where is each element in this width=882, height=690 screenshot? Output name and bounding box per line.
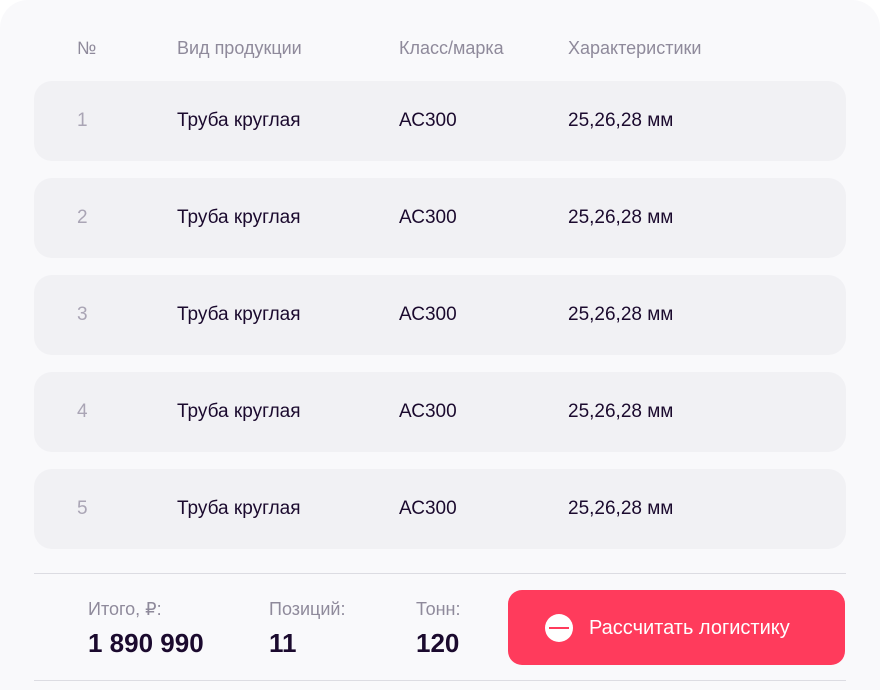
summary-divider-top (34, 573, 846, 574)
table-row[interactable]: 5 Труба круглая АС300 25,26,28 мм (34, 469, 846, 549)
row-num: 5 (77, 498, 88, 519)
row-product: Труба круглая (177, 110, 301, 131)
row-grade: АС300 (399, 110, 457, 131)
calculate-logistics-button[interactable]: Рассчитать логистику (508, 590, 845, 665)
row-num: 4 (77, 401, 88, 422)
row-product: Труба круглая (177, 207, 301, 228)
row-specs: 25,26,28 мм (568, 498, 674, 519)
row-grade: АС300 (399, 207, 457, 228)
positions-value: 11 (269, 628, 297, 658)
header-product: Вид продукции (177, 38, 302, 58)
table-header: № Вид продукции Класс/марка Характеристи… (0, 36, 880, 60)
row-product: Труба круглая (177, 401, 301, 422)
row-specs: 25,26,28 мм (568, 304, 674, 325)
table-row[interactable]: 2 Труба круглая АС300 25,26,28 мм (34, 178, 846, 258)
header-specs: Характеристики (568, 38, 702, 58)
order-summary-card: № Вид продукции Класс/марка Характеристи… (0, 0, 880, 690)
row-num: 2 (77, 207, 88, 228)
equals-circle-icon (545, 613, 573, 642)
row-grade: АС300 (399, 498, 457, 519)
row-specs: 25,26,28 мм (568, 401, 674, 422)
calculate-logistics-label: Рассчитать логистику (589, 616, 790, 639)
row-specs: 25,26,28 мм (568, 207, 674, 228)
row-product: Труба круглая (177, 498, 301, 519)
total-value: 1 890 990 (88, 628, 204, 658)
row-num: 1 (77, 110, 88, 131)
tons-label: Тонн: (416, 599, 461, 619)
row-num: 3 (77, 304, 88, 325)
table-row[interactable]: 1 Труба круглая АС300 25,26,28 мм (34, 81, 846, 161)
table-row[interactable]: 4 Труба круглая АС300 25,26,28 мм (34, 372, 846, 452)
tons-value: 120 (416, 628, 460, 658)
positions-label: Позиций: (269, 599, 346, 619)
table-row[interactable]: 3 Труба круглая АС300 25,26,28 мм (34, 275, 846, 355)
header-num: № (77, 38, 97, 58)
row-grade: АС300 (399, 401, 457, 422)
row-grade: АС300 (399, 304, 457, 325)
summary-divider-bottom (34, 680, 846, 681)
header-grade: Класс/марка (399, 38, 504, 58)
row-product: Труба круглая (177, 304, 301, 325)
row-specs: 25,26,28 мм (568, 110, 674, 131)
total-label: Итого, ₽: (88, 599, 162, 619)
table-body: 1 Труба круглая АС300 25,26,28 мм 2 Труб… (34, 81, 846, 566)
